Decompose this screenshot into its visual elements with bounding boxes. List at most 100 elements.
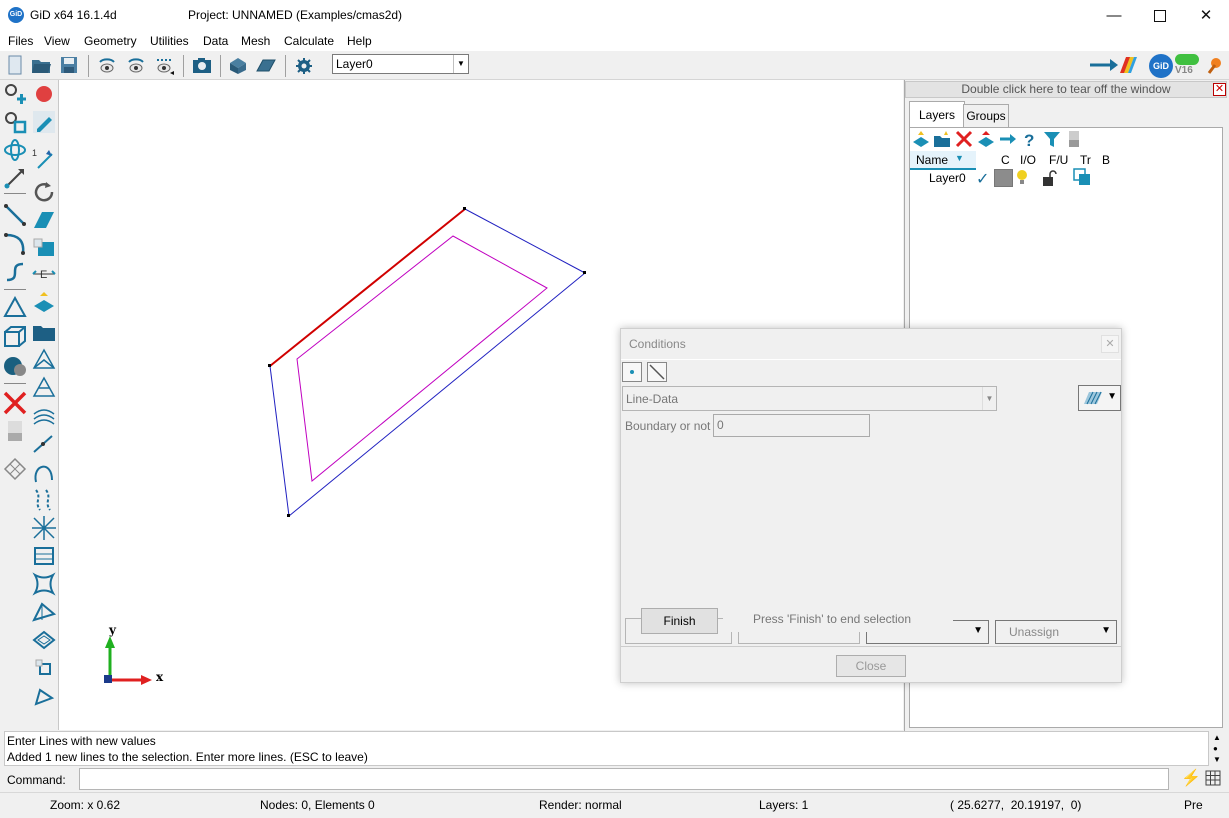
- point-create-icon[interactable]: 1: [32, 146, 56, 170]
- grid-icon[interactable]: [1205, 770, 1221, 786]
- sweep-surface-icon[interactable]: [32, 600, 56, 624]
- intersect-surface-icon[interactable]: [32, 376, 56, 400]
- finish-button[interactable]: Finish: [641, 608, 718, 634]
- checkmark-icon[interactable]: ✓: [976, 169, 989, 189]
- mesh-grid-icon[interactable]: [3, 457, 27, 481]
- geometry-line[interactable]: [464, 208, 586, 274]
- column-header-fu[interactable]: F/U: [1049, 153, 1068, 167]
- menu-geometry[interactable]: Geometry: [84, 34, 137, 48]
- planar-surface-icon[interactable]: [3, 296, 27, 320]
- ruled-surface-icon[interactable]: [32, 544, 56, 568]
- rotate-icon[interactable]: [32, 180, 56, 204]
- zoom-in-icon[interactable]: [3, 82, 27, 106]
- minimize-button[interactable]: —: [1091, 0, 1137, 31]
- lightning-icon[interactable]: ⚡: [1181, 768, 1201, 788]
- curve-split-icon[interactable]: [32, 488, 56, 512]
- surface-icon[interactable]: [256, 55, 276, 75]
- tab-layers[interactable]: Layers: [909, 101, 965, 129]
- pencil-icon[interactable]: [32, 110, 56, 134]
- new-layer-icon[interactable]: [912, 130, 930, 148]
- zoom-frame-icon[interactable]: [3, 110, 27, 134]
- condition-select[interactable]: Line-Data ▼: [622, 386, 997, 411]
- offset-surface-icon[interactable]: [32, 628, 56, 652]
- layer-to-use-icon[interactable]: [32, 290, 56, 314]
- open-folder-icon[interactable]: [31, 55, 51, 75]
- layer-to-use-icon[interactable]: [977, 130, 995, 148]
- screenshot-camera-icon[interactable]: [192, 55, 212, 75]
- command-input[interactable]: [79, 768, 1169, 790]
- send-to-layer-icon[interactable]: [999, 130, 1017, 148]
- selected-line[interactable]: [269, 208, 466, 367]
- pan-line-icon[interactable]: [3, 166, 27, 190]
- render-status[interactable]: Render: normal: [539, 798, 622, 812]
- layer-color-swatch[interactable]: [994, 169, 1013, 187]
- surface-outline[interactable]: [296, 235, 548, 482]
- close-panel-icon[interactable]: [1065, 130, 1083, 148]
- arc-icon[interactable]: [3, 231, 27, 255]
- mesh-icon[interactable]: [228, 55, 248, 75]
- close-icon[interactable]: ✕: [1213, 83, 1226, 96]
- menu-utilities[interactable]: Utilities: [150, 34, 189, 48]
- column-header-name[interactable]: Name: [916, 153, 948, 167]
- filter-icon[interactable]: [1043, 130, 1061, 148]
- column-header-b[interactable]: B: [1102, 153, 1110, 167]
- contact-surface-icon[interactable]: [32, 348, 56, 372]
- geometry-point[interactable]: [287, 514, 290, 517]
- rotate-view-icon[interactable]: [3, 138, 27, 162]
- menu-data[interactable]: Data: [203, 34, 228, 48]
- menu-view[interactable]: View: [44, 34, 70, 48]
- surface-tool-icon[interactable]: [32, 208, 56, 232]
- column-header-color[interactable]: C: [1001, 153, 1010, 167]
- small-box-icon[interactable]: [32, 656, 56, 680]
- new-child-layer-icon[interactable]: [933, 130, 951, 148]
- menu-calculate[interactable]: Calculate: [284, 34, 334, 48]
- toggle-switch-icon[interactable]: [1175, 54, 1199, 65]
- column-header-io[interactable]: I/O: [1020, 153, 1036, 167]
- line-entity-button[interactable]: [647, 362, 667, 382]
- close-button[interactable]: Close: [836, 655, 906, 677]
- view-rotate-icon[interactable]: [126, 55, 146, 75]
- hole-surface-icon[interactable]: [32, 404, 56, 428]
- geometry-point[interactable]: [583, 271, 586, 274]
- transparency-icon[interactable]: [1073, 168, 1091, 186]
- divide-line-icon[interactable]: [32, 432, 56, 456]
- open-folder-icon[interactable]: [32, 320, 56, 344]
- nurbs-line-icon[interactable]: [3, 260, 27, 284]
- geometry-line[interactable]: [269, 365, 290, 517]
- tab-groups[interactable]: Groups: [963, 104, 1009, 128]
- volume-tool-icon[interactable]: [32, 236, 56, 260]
- scroll-thumb-icon[interactable]: ●: [1213, 744, 1218, 753]
- volume-box-icon[interactable]: [3, 325, 27, 349]
- geometry-point[interactable]: [268, 364, 271, 367]
- scroll-down-icon[interactable]: ▼: [1213, 755, 1221, 764]
- layer-name[interactable]: Layer0: [929, 171, 966, 185]
- settings-gear-icon[interactable]: [294, 55, 314, 75]
- point-entity-button[interactable]: [622, 362, 642, 382]
- preprocess-arrow-icon[interactable]: [1090, 55, 1138, 75]
- column-header-tr[interactable]: Tr: [1080, 153, 1091, 167]
- list-entities-icon[interactable]: [3, 419, 27, 443]
- polyline-icon[interactable]: [32, 684, 56, 708]
- delete-icon[interactable]: [3, 391, 27, 415]
- close-window-button[interactable]: ✕: [1183, 0, 1229, 31]
- menu-files[interactable]: Files: [8, 34, 33, 48]
- geometry-point[interactable]: [463, 207, 466, 210]
- unassign-button[interactable]: Unassign ▼: [995, 620, 1117, 644]
- edit-text-icon[interactable]: E: [32, 262, 56, 286]
- geometry-line[interactable]: [288, 272, 586, 517]
- message-scrollbar[interactable]: ▲ ● ▼: [1209, 731, 1225, 766]
- wizard-icon[interactable]: [1205, 55, 1225, 75]
- scroll-up-icon[interactable]: ▲: [1213, 733, 1221, 742]
- help-icon[interactable]: ?: [1021, 130, 1039, 148]
- light-bulb-icon[interactable]: [1015, 169, 1029, 187]
- draw-conditions-button[interactable]: ▼: [1078, 385, 1121, 411]
- gid-logo-icon[interactable]: GiD: [1149, 54, 1173, 78]
- save-icon[interactable]: [59, 55, 79, 75]
- view-rotate-icon[interactable]: [97, 55, 117, 75]
- point-icon[interactable]: [32, 82, 56, 106]
- close-icon[interactable]: ✕: [1101, 335, 1119, 353]
- menu-help[interactable]: Help: [347, 34, 372, 48]
- loop-line-icon[interactable]: [32, 460, 56, 484]
- unlocked-icon[interactable]: [1041, 169, 1059, 187]
- layer-select[interactable]: Layer0 ▼: [332, 54, 469, 74]
